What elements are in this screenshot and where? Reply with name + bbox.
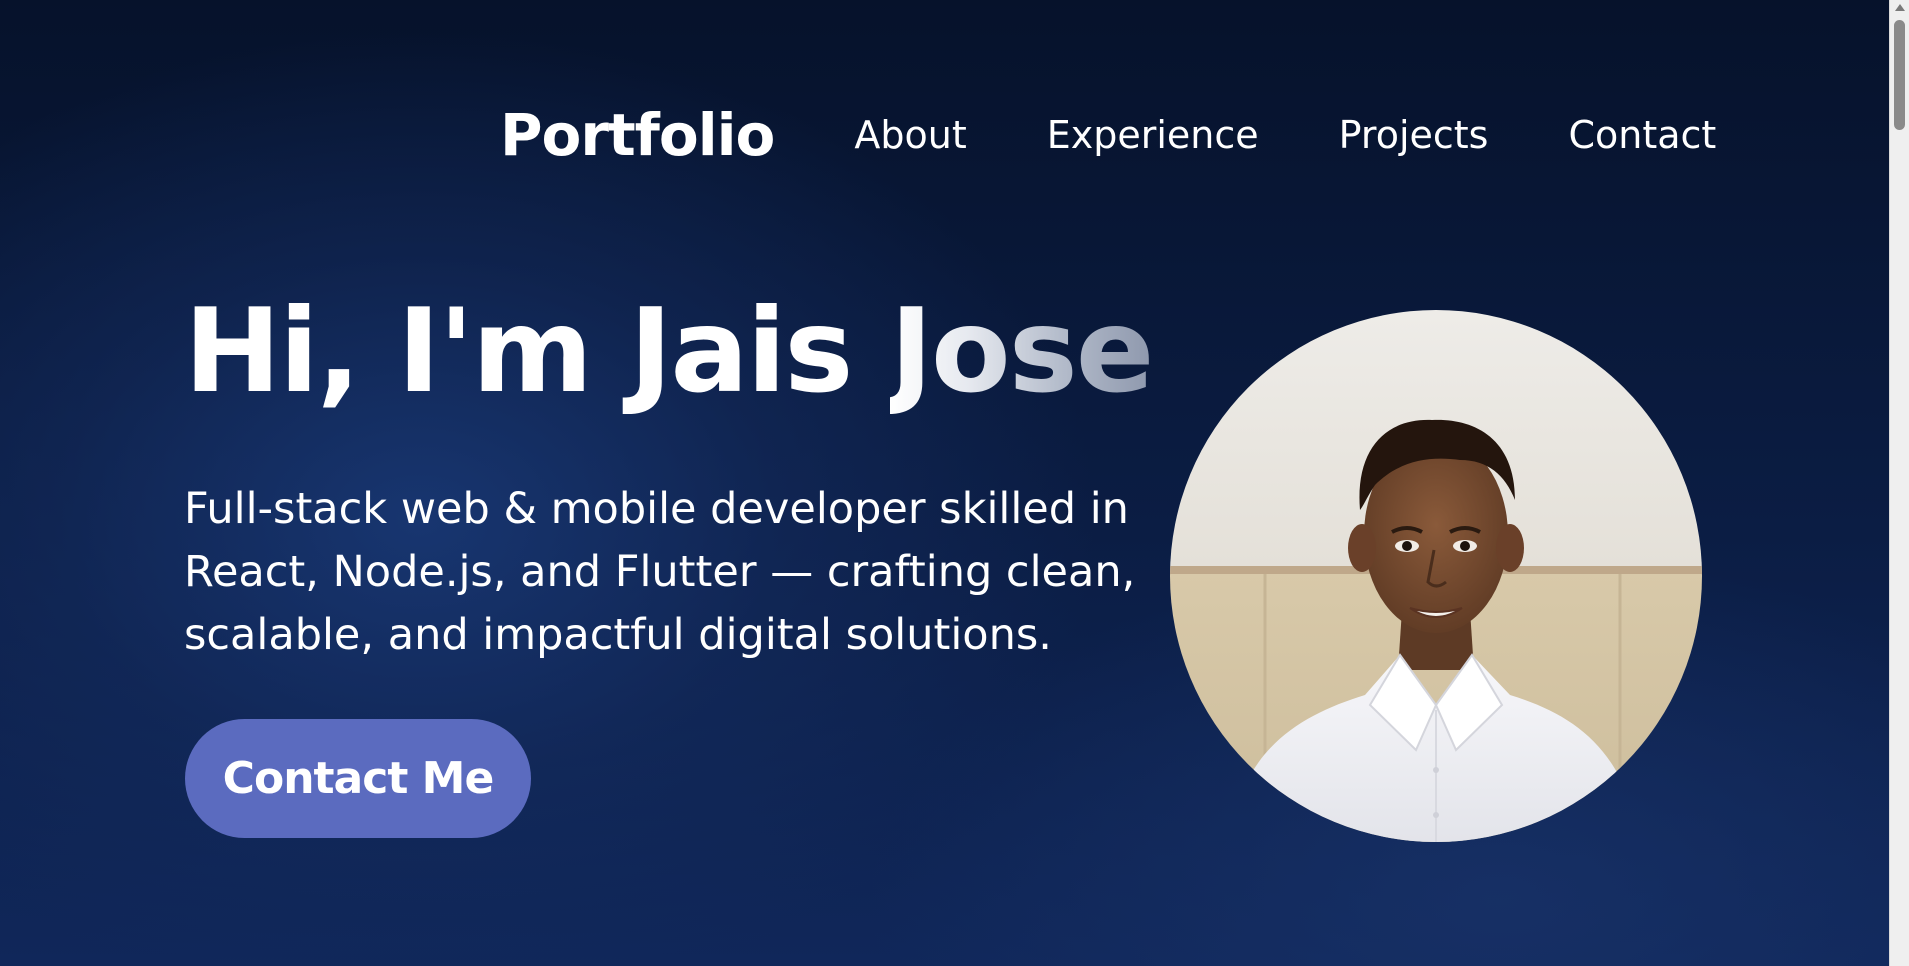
scrollbar-thumb[interactable] [1894,20,1905,130]
viewport: Portfolio About Experience Projects Cont… [0,0,1909,966]
hero-title-highlight: Jose [889,284,1155,419]
nav-link-about[interactable]: About [854,98,966,172]
profile-photo-illustration [1170,310,1702,842]
nav-link-projects[interactable]: Projects [1339,98,1489,172]
profile-photo [1170,310,1702,842]
hero-description: Full-stack web & mobile developer skille… [184,484,1136,660]
nav-link-experience[interactable]: Experience [1047,98,1259,172]
hero-title-plain: Hi, I'm Jais [184,284,890,419]
hero-title: Hi, I'm Jais Jose [184,282,1155,422]
brand-logo[interactable]: Portfolio [500,98,775,172]
scroll-up-arrow-icon[interactable] [1895,4,1905,11]
contact-me-button[interactable]: Contact Me [185,719,531,838]
page: Portfolio About Experience Projects Cont… [0,0,1889,966]
nav-link-contact[interactable]: Contact [1568,98,1716,172]
vertical-scrollbar[interactable] [1889,0,1909,966]
top-navigation: Portfolio About Experience Projects Cont… [500,98,1720,172]
